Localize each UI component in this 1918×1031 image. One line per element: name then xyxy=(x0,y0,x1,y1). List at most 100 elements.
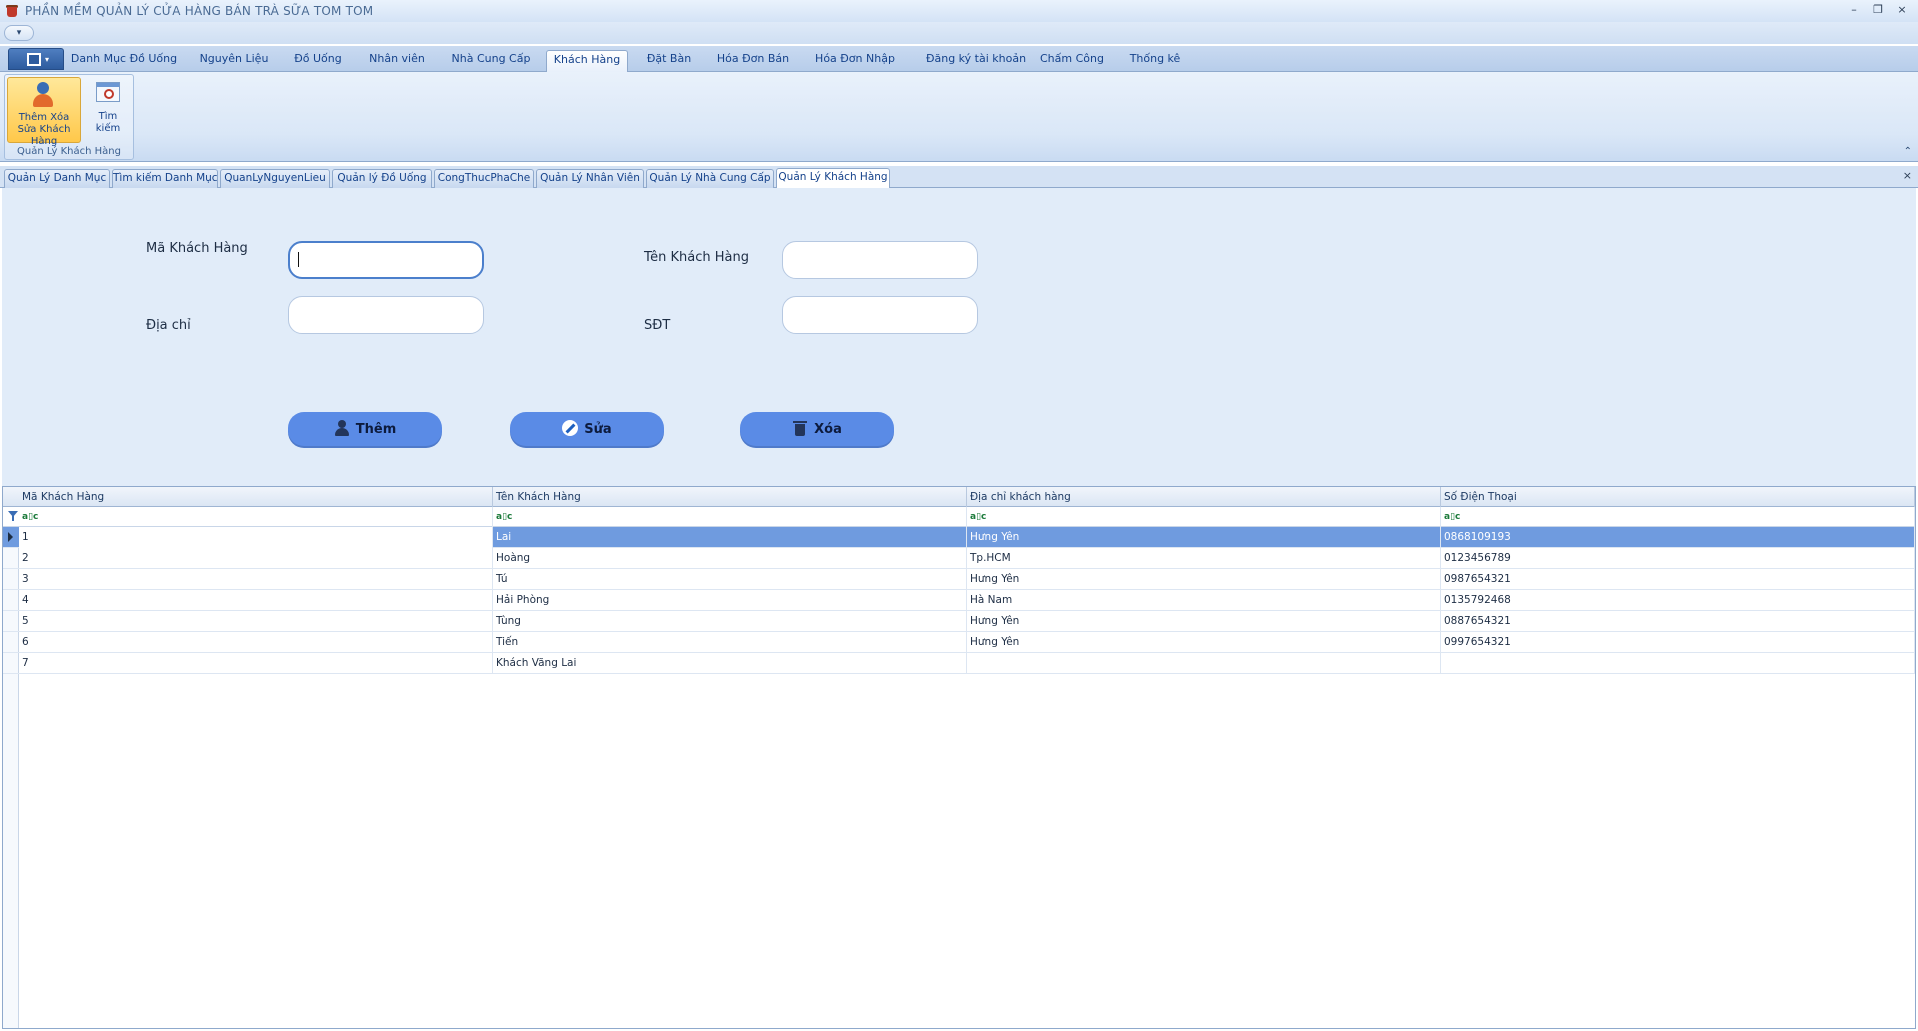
close-tab-icon[interactable]: × xyxy=(1903,169,1912,182)
table-row[interactable]: 4 Hải Phòng Hà Nam 0135792468 xyxy=(3,590,1915,611)
cell-dia-chi[interactable]: Hưng Yên xyxy=(967,632,1441,653)
current-row-arrow-icon xyxy=(8,532,13,542)
filter-ten-khach-hang[interactable]: a▯c xyxy=(493,507,967,527)
tab-danh-muc-do-uong[interactable]: Danh Mục Đồ Uống xyxy=(70,50,178,72)
cell-ma[interactable]: 5 xyxy=(19,611,493,632)
tab-hoa-don-ban[interactable]: Hóa Đơn Bán xyxy=(712,50,794,72)
auto-filter-row: a▯c a▯c a▯c a▯c xyxy=(3,507,1915,527)
tab-khach-hang[interactable]: Khách Hàng xyxy=(546,50,628,72)
them-button[interactable]: Thêm xyxy=(288,412,442,448)
milk-tea-app-icon xyxy=(5,4,19,18)
cell-ten[interactable]: Tú xyxy=(493,569,967,590)
column-header-ma-khach-hang[interactable]: Mã Khách Hàng xyxy=(19,487,493,507)
ma-khach-hang-label: Mã Khách Hàng xyxy=(146,241,248,256)
tab-nha-cung-cap[interactable]: Nhà Cung Cấp xyxy=(446,50,536,72)
cell-ma[interactable]: 3 xyxy=(19,569,493,590)
ten-khach-hang-label: Tên Khách Hàng xyxy=(644,250,749,265)
sua-button[interactable]: Sửa xyxy=(510,412,664,448)
cell-ten[interactable]: Lai xyxy=(493,527,967,548)
cell-ten[interactable]: Tùng xyxy=(493,611,967,632)
ma-khach-hang-input[interactable] xyxy=(288,241,484,279)
quick-access-toolbar: ▾ xyxy=(0,22,1918,44)
tab-do-uong[interactable]: Đồ Uống xyxy=(290,50,346,72)
cell-sdt[interactable]: 0135792468 xyxy=(1441,590,1915,611)
cell-ma[interactable]: 7 xyxy=(19,653,493,674)
ribbon-group-caption: Quản Lý Khách Hàng xyxy=(17,146,121,157)
them-label: Thêm xyxy=(355,422,397,437)
xoa-button[interactable]: Xóa xyxy=(740,412,894,448)
filter-ma-khach-hang[interactable]: a▯c xyxy=(19,507,493,527)
cell-dia-chi[interactable]: Hưng Yên xyxy=(967,527,1441,548)
cell-sdt[interactable]: 0123456789 xyxy=(1441,548,1915,569)
cell-sdt[interactable]: 0987654321 xyxy=(1441,569,1915,590)
cell-ma[interactable]: 6 xyxy=(19,632,493,653)
doc-tab-quan-ly-nguyen-lieu[interactable]: QuanLyNguyenLieu xyxy=(220,169,330,188)
collapse-ribbon-icon[interactable]: ⌃ xyxy=(1904,146,1912,157)
tab-cham-cong[interactable]: Chấm Công xyxy=(1038,50,1106,72)
doc-tab-quan-ly-nha-cung-cap[interactable]: Quản Lý Nhà Cung Cấp xyxy=(646,169,774,188)
cell-ten[interactable]: Tiến xyxy=(493,632,967,653)
them-xoa-sua-khach-hang-button[interactable]: Thêm Xóa Sửa Khách Hàng xyxy=(7,77,81,147)
column-header-ten-khach-hang[interactable]: Tên Khách Hàng xyxy=(493,487,967,507)
tab-dat-ban[interactable]: Đặt Bàn xyxy=(640,50,698,72)
pencil-icon xyxy=(562,420,579,436)
sdt-input[interactable] xyxy=(782,296,978,334)
cell-sdt[interactable]: 0868109193 xyxy=(1441,527,1915,548)
dia-chi-input[interactable] xyxy=(288,296,484,334)
ten-khach-hang-input[interactable] xyxy=(782,241,978,279)
tab-nhan-vien[interactable]: Nhân viên xyxy=(362,50,432,72)
filter-dia-chi[interactable]: a▯c xyxy=(967,507,1441,527)
column-header-so-dien-thoai[interactable]: Số Điện Thoại xyxy=(1441,487,1915,507)
tim-kiem-button[interactable]: Tìm kiếm xyxy=(85,77,131,143)
filter-so-dien-thoai[interactable]: a▯c xyxy=(1441,507,1915,527)
application-menu-button[interactable]: ▾ xyxy=(8,48,64,70)
cell-sdt[interactable] xyxy=(1441,653,1915,674)
cell-sdt[interactable]: 0997654321 xyxy=(1441,632,1915,653)
cell-dia-chi[interactable]: Tp.HCM xyxy=(967,548,1441,569)
cell-ma[interactable]: 4 xyxy=(19,590,493,611)
search-window-icon xyxy=(94,80,122,108)
tab-thong-ke[interactable]: Thống kê xyxy=(1122,50,1188,72)
cell-dia-chi[interactable]: Hưng Yên xyxy=(967,569,1441,590)
tab-nguyen-lieu[interactable]: Nguyên Liệu xyxy=(192,50,276,72)
tab-hoa-don-nhap[interactable]: Hóa Đơn Nhập xyxy=(808,50,902,72)
doc-tab-tim-kiem-danh-muc[interactable]: Tìm kiếm Danh Mục xyxy=(112,169,218,188)
column-header-dia-chi[interactable]: Địa chỉ khách hàng xyxy=(967,487,1441,507)
doc-tab-quan-ly-do-uong[interactable]: Quản lý Đồ Uống xyxy=(332,169,432,188)
cell-dia-chi[interactable]: Hưng Yên xyxy=(967,611,1441,632)
customer-grid[interactable]: Mã Khách Hàng Tên Khách Hàng Địa chỉ khá… xyxy=(2,486,1916,1029)
customer-icon xyxy=(30,81,58,109)
cell-dia-chi[interactable] xyxy=(967,653,1441,674)
tab-dang-ky-tai-khoan[interactable]: Đăng ký tài khoản xyxy=(916,50,1036,72)
table-row[interactable]: 3 Tú Hưng Yên 0987654321 xyxy=(3,569,1915,590)
doc-tab-quan-ly-nhan-vien[interactable]: Quản Lý Nhân Viên xyxy=(536,169,644,188)
doc-tab-quan-ly-danh-muc[interactable]: Quản Lý Danh Mục xyxy=(4,169,110,188)
table-row[interactable]: 1 Lai Hưng Yên 0868109193 xyxy=(3,527,1915,548)
cell-ten[interactable]: Khách Vãng Lai xyxy=(493,653,967,674)
cell-ma[interactable]: 1 xyxy=(19,527,493,548)
minimize-button[interactable]: – xyxy=(1846,3,1862,17)
add-user-icon xyxy=(334,420,350,436)
close-button[interactable]: × xyxy=(1894,3,1910,17)
window-title: PHẦN MỀM QUẢN LÝ CỬA HÀNG BÁN TRÀ SỮA TO… xyxy=(25,4,374,18)
table-row[interactable]: 5 Tùng Hưng Yên 0887654321 xyxy=(3,611,1915,632)
table-row[interactable]: 2 Hoàng Tp.HCM 0123456789 xyxy=(3,548,1915,569)
cell-ma[interactable]: 2 xyxy=(19,548,493,569)
restore-button[interactable]: ❐ xyxy=(1870,3,1886,17)
doc-tab-cong-thuc-pha-che[interactable]: CongThucPhaChe xyxy=(434,169,534,188)
ribbon-group-quan-ly-khach-hang: Thêm Xóa Sửa Khách Hàng Tìm kiếm Quản Lý… xyxy=(4,74,134,160)
grid-header: Mã Khách Hàng Tên Khách Hàng Địa chỉ khá… xyxy=(3,487,1915,507)
cell-ten[interactable]: Hoàng xyxy=(493,548,967,569)
table-row[interactable]: 7 Khách Vãng Lai xyxy=(3,653,1915,674)
cell-ten[interactable]: Hải Phòng xyxy=(493,590,967,611)
doc-tab-quan-ly-khach-hang[interactable]: Quản Lý Khách Hàng xyxy=(776,168,890,188)
title-bar: PHẦN MỀM QUẢN LÝ CỬA HÀNG BÁN TRÀ SỮA TO… xyxy=(0,0,1918,22)
cell-sdt[interactable]: 0887654321 xyxy=(1441,611,1915,632)
document-tab-strip: Quản Lý Danh Mục Tìm kiếm Danh Mục QuanL… xyxy=(0,166,1918,188)
app-menu-icon xyxy=(27,53,41,66)
ribbon-panel: Thêm Xóa Sửa Khách Hàng Tìm kiếm Quản Lý… xyxy=(0,72,1918,162)
table-row[interactable]: 6 Tiến Hưng Yên 0997654321 xyxy=(3,632,1915,653)
quick-access-dropdown[interactable]: ▾ xyxy=(4,25,34,41)
window-controls: – ❐ × xyxy=(1846,3,1910,17)
cell-dia-chi[interactable]: Hà Nam xyxy=(967,590,1441,611)
